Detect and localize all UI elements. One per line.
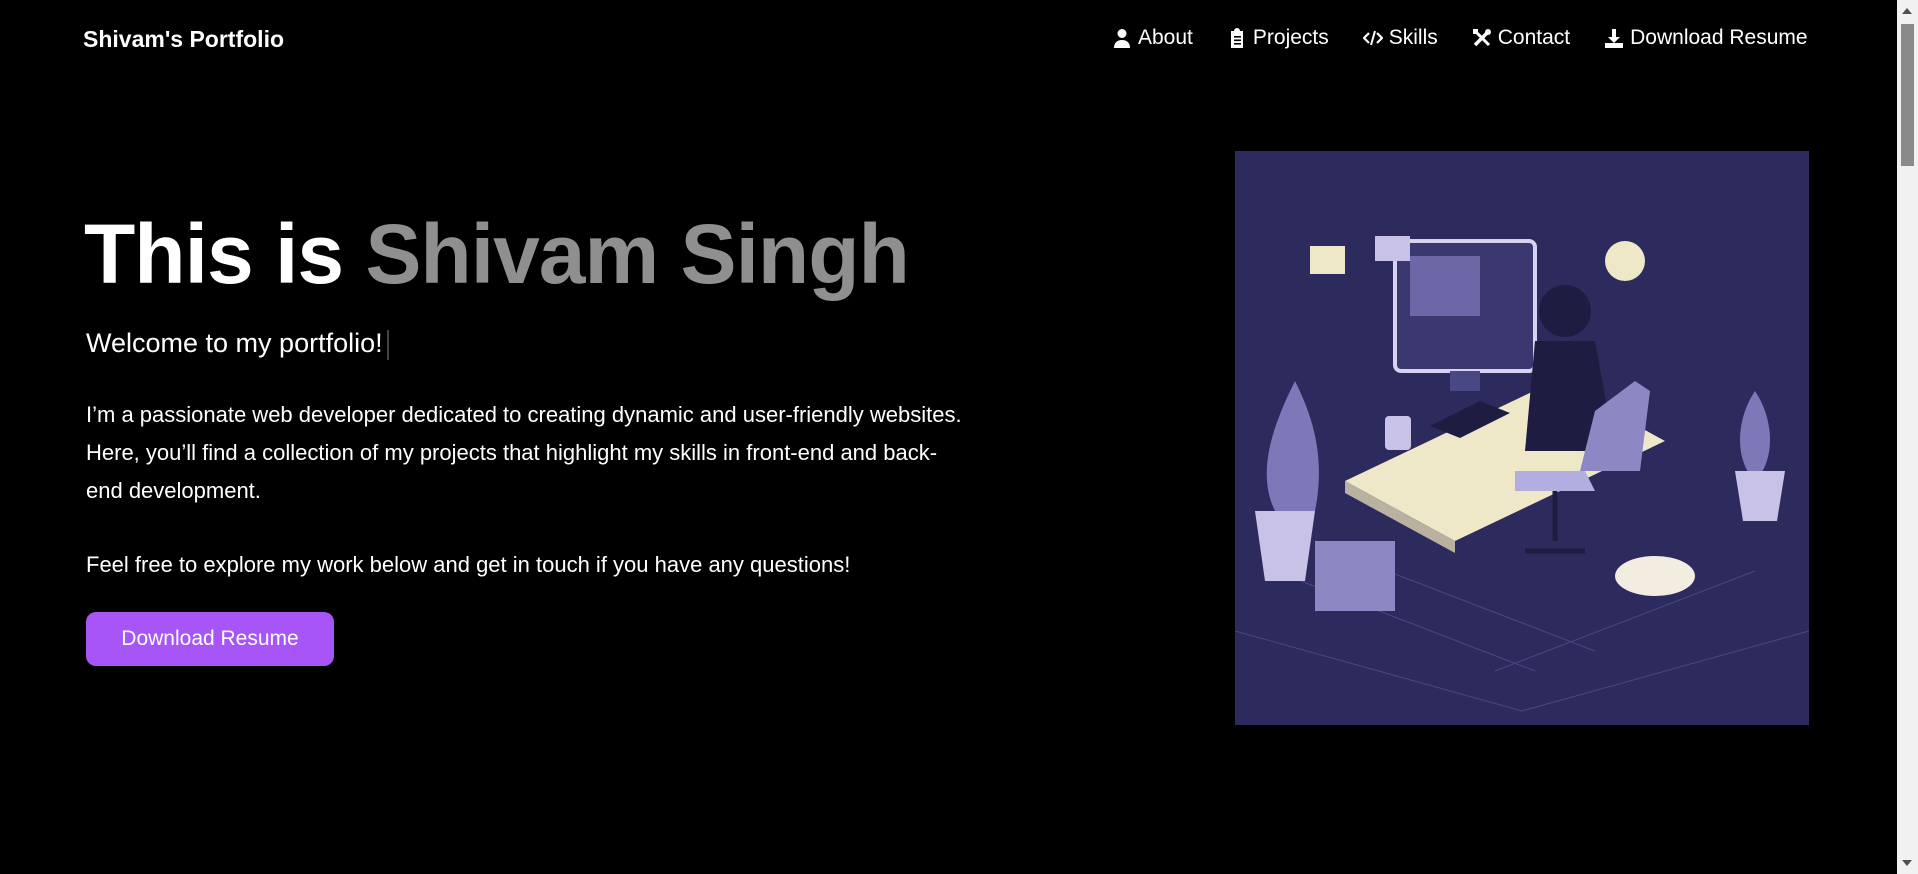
nav-skills[interactable]: Skills xyxy=(1362,26,1438,50)
scroll-up-icon[interactable] xyxy=(1902,8,1912,14)
developer-illustration xyxy=(1235,151,1809,725)
clipboard-icon xyxy=(1230,28,1243,48)
download-resume-button[interactable]: Download Resume xyxy=(86,612,334,666)
scrollbar-thumb[interactable] xyxy=(1901,24,1914,166)
nav-projects[interactable]: Projects xyxy=(1227,26,1329,50)
site-logo[interactable]: Shivam's Portfolio xyxy=(83,26,284,53)
nav-about[interactable]: About xyxy=(1112,26,1193,50)
scroll-down-icon[interactable] xyxy=(1902,860,1912,866)
contact-paragraph: Feel free to explore my work below and g… xyxy=(86,552,851,577)
main-nav: About Projects Skills Contact Download R… xyxy=(1112,26,1808,50)
user-icon xyxy=(1114,29,1130,48)
code-icon xyxy=(1362,30,1383,46)
nav-contact[interactable]: Contact xyxy=(1472,26,1570,50)
hero-name: Shivam Singh xyxy=(365,207,909,301)
tools-icon xyxy=(1472,29,1491,47)
hero-title: This is Shivam Singh xyxy=(84,207,910,301)
typing-welcome: Welcome to my portfolio! xyxy=(86,328,389,360)
hero-description: I’m a passionate web developer dedicated… xyxy=(86,396,966,620)
download-icon xyxy=(1605,29,1624,48)
typing-caret xyxy=(386,329,389,360)
intro-paragraph: I’m a passionate web developer dedicated… xyxy=(86,402,962,503)
vertical-scrollbar[interactable] xyxy=(1897,0,1918,874)
nav-download-resume[interactable]: Download Resume xyxy=(1604,26,1808,50)
